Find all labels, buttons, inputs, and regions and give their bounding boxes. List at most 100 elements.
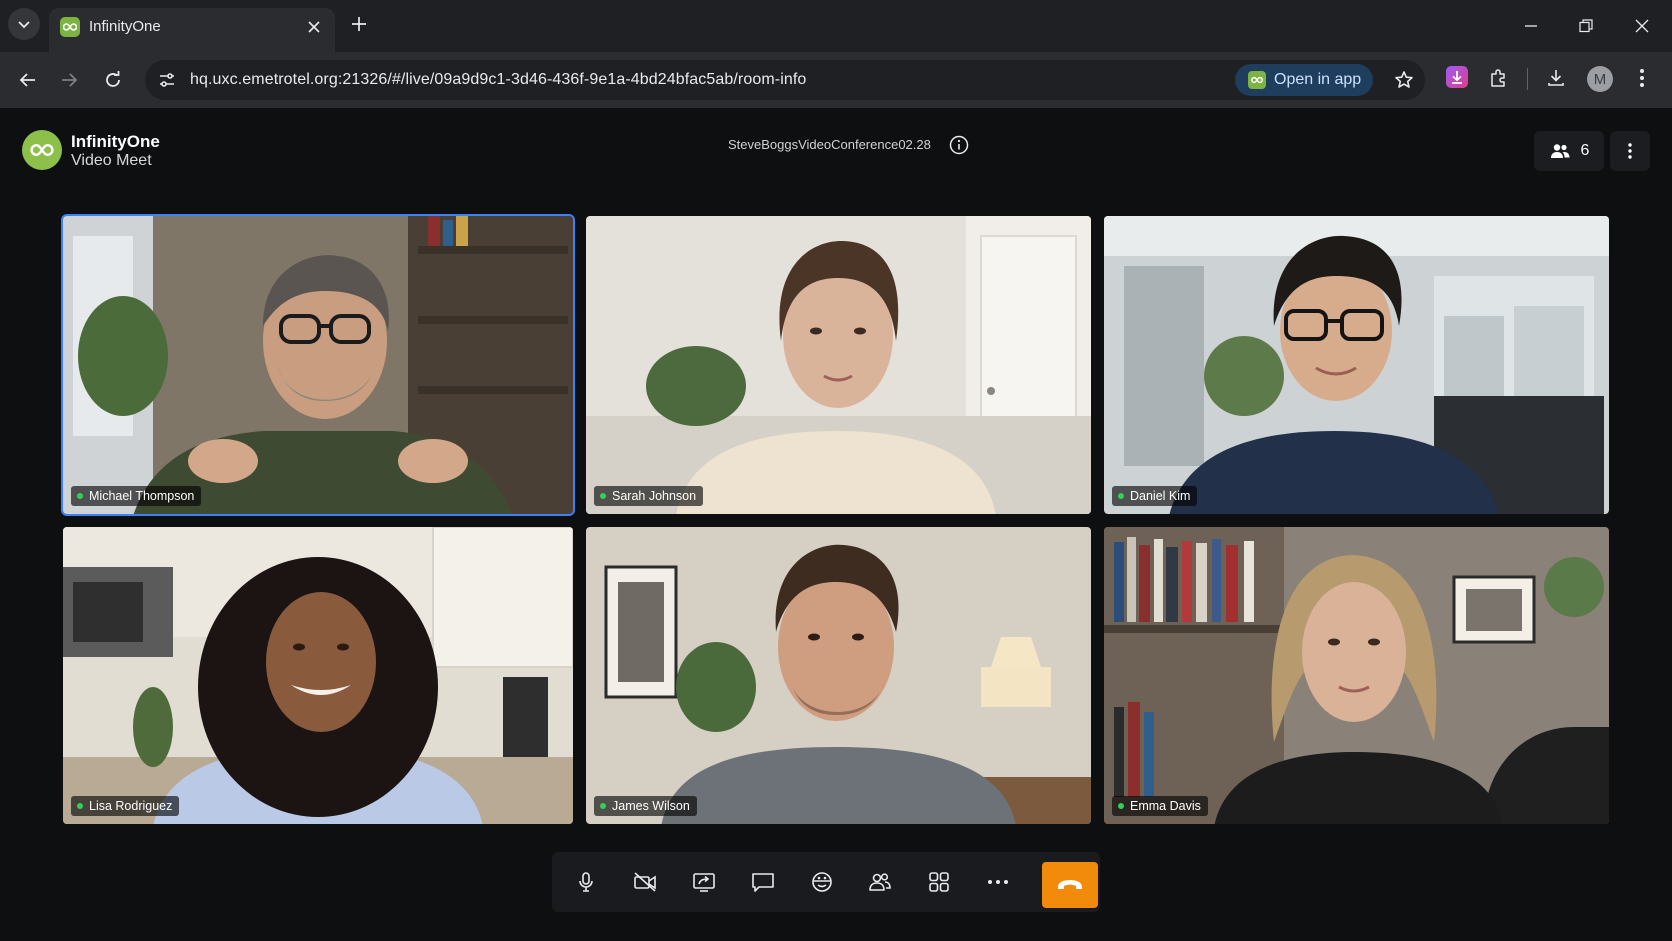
restore-window-button[interactable] bbox=[1572, 12, 1600, 40]
tab-close-button[interactable] bbox=[305, 18, 323, 36]
video-tile[interactable]: Michael Thompson bbox=[61, 214, 575, 516]
toolbar-divider bbox=[1527, 68, 1528, 90]
video-tile[interactable]: Emma Davis bbox=[1104, 527, 1609, 824]
grid-layout-icon bbox=[929, 872, 949, 892]
video-tile[interactable]: Sarah Johnson bbox=[586, 216, 1091, 514]
chevron-down-icon bbox=[18, 21, 30, 29]
info-icon bbox=[949, 135, 969, 155]
toggle-camera-button[interactable] bbox=[623, 860, 667, 904]
microphone-icon bbox=[579, 872, 593, 892]
browser-menu-button[interactable] bbox=[1628, 64, 1656, 92]
participant-video bbox=[586, 216, 1091, 514]
participant-video bbox=[63, 216, 573, 514]
browser-tab-strip: InfinityOne bbox=[0, 0, 1672, 52]
forward-button[interactable] bbox=[55, 66, 83, 94]
room-name: SteveBoggsVideoConference02.28 bbox=[728, 137, 931, 152]
download-icon bbox=[1548, 70, 1564, 86]
close-icon bbox=[308, 21, 320, 33]
more-options-button[interactable] bbox=[976, 860, 1020, 904]
url-text[interactable]: hq.uxc.emetrotel.org:21326/#/live/09a9d9… bbox=[190, 71, 806, 89]
reload-icon bbox=[106, 71, 120, 87]
open-in-app-button[interactable]: Open in app bbox=[1235, 64, 1373, 96]
share-screen-button[interactable] bbox=[682, 860, 726, 904]
call-control-bar bbox=[552, 852, 1100, 912]
address-bar[interactable]: hq.uxc.emetrotel.org:21326/#/live/09a9d9… bbox=[145, 60, 1425, 100]
infinityone-logo-icon bbox=[22, 130, 62, 170]
brand-subtitle: Video Meet bbox=[71, 152, 152, 169]
site-settings-button[interactable] bbox=[153, 66, 181, 94]
close-icon bbox=[1635, 19, 1649, 33]
browser-tab[interactable]: InfinityOne bbox=[49, 8, 335, 52]
participants-button[interactable] bbox=[858, 860, 902, 904]
participant-name-tag: Lisa Rodriguez bbox=[71, 796, 180, 816]
restore-icon bbox=[1579, 19, 1593, 33]
screen-share-icon bbox=[693, 873, 715, 892]
open-in-app-label: Open in app bbox=[1274, 71, 1362, 88]
profile-initial: M bbox=[1593, 70, 1607, 88]
mute-microphone-button[interactable] bbox=[564, 860, 608, 904]
video-tile[interactable]: Lisa Rodriguez bbox=[63, 527, 573, 824]
new-tab-button[interactable] bbox=[347, 12, 371, 36]
participant-name-tag: Sarah Johnson bbox=[594, 486, 704, 506]
hang-up-icon bbox=[1058, 880, 1082, 889]
minimize-window-button[interactable] bbox=[1517, 12, 1545, 40]
chat-button[interactable] bbox=[741, 860, 785, 904]
participant-name-tag: Michael Thompson bbox=[71, 486, 202, 506]
background-effects-button[interactable] bbox=[800, 860, 844, 904]
participant-name: Daniel Kim bbox=[1130, 489, 1191, 503]
close-window-button[interactable] bbox=[1628, 12, 1656, 40]
brand-name: InfinityOne bbox=[71, 132, 160, 151]
participant-name-tag: Emma Davis bbox=[1112, 796, 1208, 816]
more-horizontal-icon bbox=[988, 880, 1008, 884]
status-dot bbox=[77, 493, 83, 499]
more-vertical-icon bbox=[1640, 69, 1644, 87]
tab-title: InfinityOne bbox=[89, 18, 161, 35]
tune-icon bbox=[160, 73, 174, 87]
participant-name: Sarah Johnson bbox=[612, 489, 697, 503]
participants-icon bbox=[869, 873, 891, 891]
tab-search-button[interactable] bbox=[8, 8, 40, 40]
participant-name-tag: James Wilson bbox=[594, 796, 697, 816]
layout-button[interactable] bbox=[917, 860, 961, 904]
participant-video bbox=[63, 527, 573, 824]
status-dot bbox=[1118, 803, 1124, 809]
status-dot bbox=[1118, 493, 1124, 499]
participant-name: Michael Thompson bbox=[89, 489, 195, 503]
status-dot bbox=[600, 803, 606, 809]
status-dot bbox=[600, 493, 606, 499]
camera-off-icon bbox=[634, 872, 656, 892]
room-menu-button[interactable] bbox=[1610, 131, 1650, 171]
arrow-right-icon bbox=[62, 73, 78, 87]
profile-avatar[interactable]: M bbox=[1587, 66, 1613, 92]
participant-video bbox=[1104, 216, 1609, 514]
participant-video bbox=[1104, 527, 1609, 824]
download-extension-icon[interactable] bbox=[1446, 66, 1468, 88]
infinityone-favicon-icon bbox=[60, 17, 80, 37]
plus-icon bbox=[352, 17, 366, 31]
extensions-button[interactable] bbox=[1484, 64, 1512, 92]
status-dot bbox=[77, 803, 83, 809]
participant-name: Lisa Rodriguez bbox=[89, 799, 173, 813]
video-tile[interactable]: James Wilson bbox=[586, 527, 1091, 824]
arrow-left-icon bbox=[19, 73, 35, 87]
room-info-button[interactable] bbox=[948, 134, 970, 156]
back-button[interactable] bbox=[14, 66, 42, 94]
browser-toolbar: hq.uxc.emetrotel.org:21326/#/live/09a9d9… bbox=[0, 52, 1672, 109]
participant-name: Emma Davis bbox=[1130, 799, 1201, 813]
participants-count: 6 bbox=[1580, 142, 1590, 159]
star-icon bbox=[1395, 71, 1413, 88]
minimize-icon bbox=[1525, 25, 1537, 27]
bookmark-button[interactable] bbox=[1390, 66, 1418, 94]
puzzle-icon bbox=[1491, 69, 1505, 87]
video-tile[interactable]: Daniel Kim bbox=[1104, 216, 1609, 514]
participant-name-tag: Daniel Kim bbox=[1112, 486, 1198, 506]
participant-name: James Wilson bbox=[612, 799, 690, 813]
participant-video bbox=[586, 527, 1091, 824]
infinityone-app-icon bbox=[1248, 71, 1266, 89]
downloads-button[interactable] bbox=[1542, 64, 1570, 92]
reload-button[interactable] bbox=[99, 66, 127, 94]
hang-up-button[interactable] bbox=[1042, 862, 1098, 908]
more-vertical-icon bbox=[1628, 143, 1632, 159]
participants-count-button[interactable]: 6 bbox=[1534, 131, 1604, 171]
background-effects-icon bbox=[812, 872, 832, 892]
